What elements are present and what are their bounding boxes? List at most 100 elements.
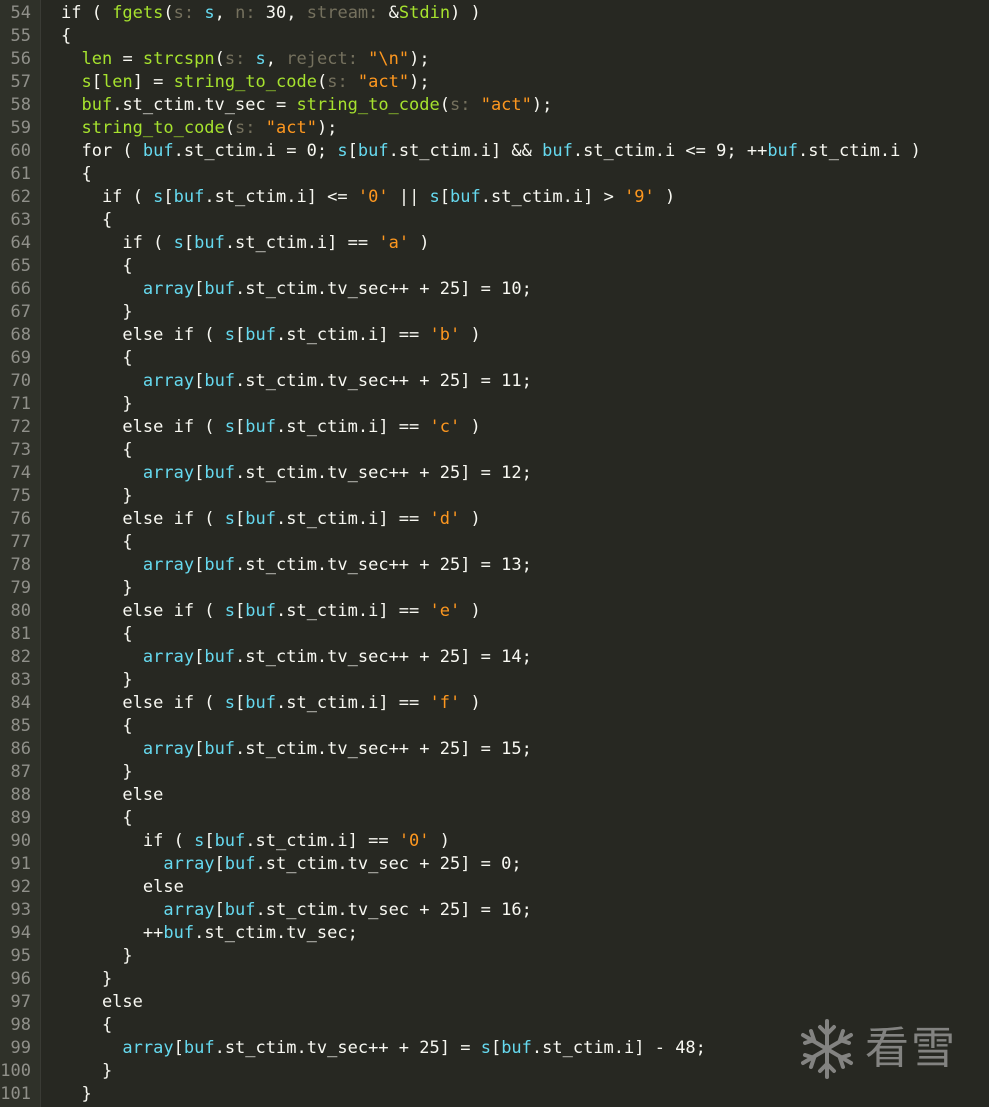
code-line[interactable]: array[buf.st_ctim.tv_sec++ + 25] = 12;: [40, 462, 989, 485]
code-line[interactable]: {: [40, 209, 989, 232]
code-line[interactable]: ++buf.st_ctim.tv_sec;: [40, 922, 989, 945]
code-token: }: [61, 578, 133, 598]
line-number: 90: [10, 831, 31, 851]
line-number: 70: [10, 371, 31, 391]
code-line[interactable]: else if ( s[buf.st_ctim.i] == 'b' ): [40, 324, 989, 347]
code-token: );: [409, 72, 430, 92]
code-line[interactable]: {: [40, 715, 989, 738]
line-number: 83: [10, 670, 31, 690]
code-token: .st_ctim.i] ==: [275, 325, 430, 345]
code-line[interactable]: {: [40, 807, 989, 830]
code-token: buf: [214, 831, 246, 851]
code-line[interactable]: array[buf.st_ctim.tv_sec++ + 25] = 10;: [40, 278, 989, 301]
code-token: 'e': [429, 601, 461, 621]
code-token: buf: [224, 900, 256, 920]
code-token: "act": [480, 95, 532, 115]
code-line[interactable]: s[len] = string_to_code(s: "act");: [40, 71, 989, 94]
code-token: len: [101, 72, 133, 92]
code-line[interactable]: }: [40, 485, 989, 508]
code-line[interactable]: else if ( s[buf.st_ctim.i] == 'c' ): [40, 416, 989, 439]
code-area[interactable]: if ( fgets(s: s, n: 30, stream: &Stdin) …: [40, 0, 989, 1107]
code-line[interactable]: {: [40, 531, 989, 554]
line-number: 93: [10, 900, 31, 920]
code-token: s:: [173, 3, 205, 23]
code-line[interactable]: {: [40, 25, 989, 48]
line-number: 100: [0, 1061, 31, 1081]
code-token: buf: [163, 923, 195, 943]
code-line[interactable]: array[buf.st_ctim.tv_sec + 25] = 0;: [40, 853, 989, 876]
code-line[interactable]: {: [40, 255, 989, 278]
line-number: 98: [10, 1015, 31, 1035]
code-token: .st_ctim.i] &&: [388, 141, 543, 161]
code-token: .st_ctim.tv_sec + 25] = 0;: [255, 854, 522, 874]
code-token: {: [61, 164, 92, 184]
code-line-text: for ( buf.st_ctim.i = 0; s[buf.st_ctim.i…: [61, 140, 920, 163]
code-token: array: [142, 739, 195, 759]
code-line-text: }: [61, 1060, 112, 1083]
code-line[interactable]: else if ( s[buf.st_ctim.i] == 'f' ): [40, 692, 989, 715]
code-line[interactable]: }: [40, 1083, 989, 1106]
code-editor[interactable]: 54 55 56 57 58 59 60 61 62 63 64 65 66 67 68 69 70 71 72 73…: [0, 0, 989, 1107]
code-token: s: [224, 601, 236, 621]
line-number: 88: [10, 785, 31, 805]
code-line[interactable]: else: [40, 991, 989, 1014]
code-line[interactable]: }: [40, 669, 989, 692]
line-number: 73: [10, 440, 31, 460]
code-token: [: [194, 371, 205, 391]
code-line[interactable]: else: [40, 876, 989, 899]
code-token: .st_ctim.tv_sec++ + 25] = 13;: [235, 555, 532, 575]
code-line[interactable]: {: [40, 347, 989, 370]
code-line[interactable]: array[buf.st_ctim.tv_sec++ + 25] = 11;: [40, 370, 989, 393]
code-line[interactable]: array[buf.st_ctim.tv_sec++ + 25] = 13;: [40, 554, 989, 577]
code-token: array: [142, 279, 195, 299]
code-token: }: [61, 969, 113, 989]
code-token: else: [61, 785, 164, 805]
code-token: [: [194, 555, 205, 575]
code-token: [: [439, 187, 451, 207]
code-line[interactable]: {: [40, 163, 989, 186]
code-line[interactable]: {: [40, 623, 989, 646]
code-line[interactable]: else: [40, 784, 989, 807]
line-number-gutter: 54 55 56 57 58 59 60 61 62 63 64 65 66 67 68 69 70 71 72 73…: [0, 0, 41, 1107]
code-line[interactable]: buf.st_ctim.tv_sec = string_to_code(s: "…: [40, 94, 989, 117]
code-token: else if (: [61, 693, 225, 713]
line-number: 71: [10, 394, 31, 414]
code-line[interactable]: }: [40, 968, 989, 991]
code-token: .st_ctim.tv_sec =: [112, 95, 297, 115]
code-token: s: [153, 187, 164, 207]
code-line[interactable]: array[buf.st_ctim.tv_sec++ + 25] = 14;: [40, 646, 989, 669]
line-number: 86: [10, 739, 31, 759]
code-line[interactable]: array[buf.st_ctim.tv_sec + 25] = 16;: [40, 899, 989, 922]
code-token: buf: [194, 233, 225, 253]
code-token: [: [490, 1038, 502, 1058]
code-token: ,: [214, 3, 236, 23]
code-line[interactable]: if ( s[buf.st_ctim.i] == '0' ): [40, 830, 989, 853]
code-line[interactable]: if ( fgets(s: s, n: 30, stream: &Stdin) …: [40, 2, 989, 25]
code-line[interactable]: if ( s[buf.st_ctim.i] == 'a' ): [40, 232, 989, 255]
code-token: buf: [245, 509, 276, 529]
code-line[interactable]: }: [40, 577, 989, 600]
code-token: else if (: [61, 325, 225, 345]
code-line[interactable]: else if ( s[buf.st_ctim.i] == 'd' ): [40, 508, 989, 531]
code-line[interactable]: {: [40, 439, 989, 462]
code-line[interactable]: }: [40, 761, 989, 784]
code-line-text: if ( s[buf.st_ctim.i] <= '0' || s[buf.st…: [61, 186, 675, 209]
code-token: buf: [767, 141, 799, 161]
code-token: [: [194, 463, 205, 483]
code-token: [: [91, 72, 102, 92]
code-line[interactable]: }: [40, 301, 989, 324]
code-line[interactable]: if ( s[buf.st_ctim.i] <= '0' || s[buf.st…: [40, 186, 989, 209]
code-line[interactable]: array[buf.st_ctim.tv_sec++ + 25] = 15;: [40, 738, 989, 761]
code-line[interactable]: len = strcspn(s: s, reject: "\n");: [40, 48, 989, 71]
code-token: [: [163, 187, 174, 207]
code-line[interactable]: string_to_code(s: "act");: [40, 117, 989, 140]
code-line[interactable]: }: [40, 393, 989, 416]
code-line[interactable]: for ( buf.st_ctim.i = 0; s[buf.st_ctim.i…: [40, 140, 989, 163]
code-token: .st_ctim.i <= 9; ++: [572, 141, 768, 161]
code-line[interactable]: else if ( s[buf.st_ctim.i] == 'e' ): [40, 600, 989, 623]
code-line[interactable]: }: [40, 945, 989, 968]
code-line-text: }: [61, 669, 132, 692]
code-token: (: [316, 72, 328, 92]
